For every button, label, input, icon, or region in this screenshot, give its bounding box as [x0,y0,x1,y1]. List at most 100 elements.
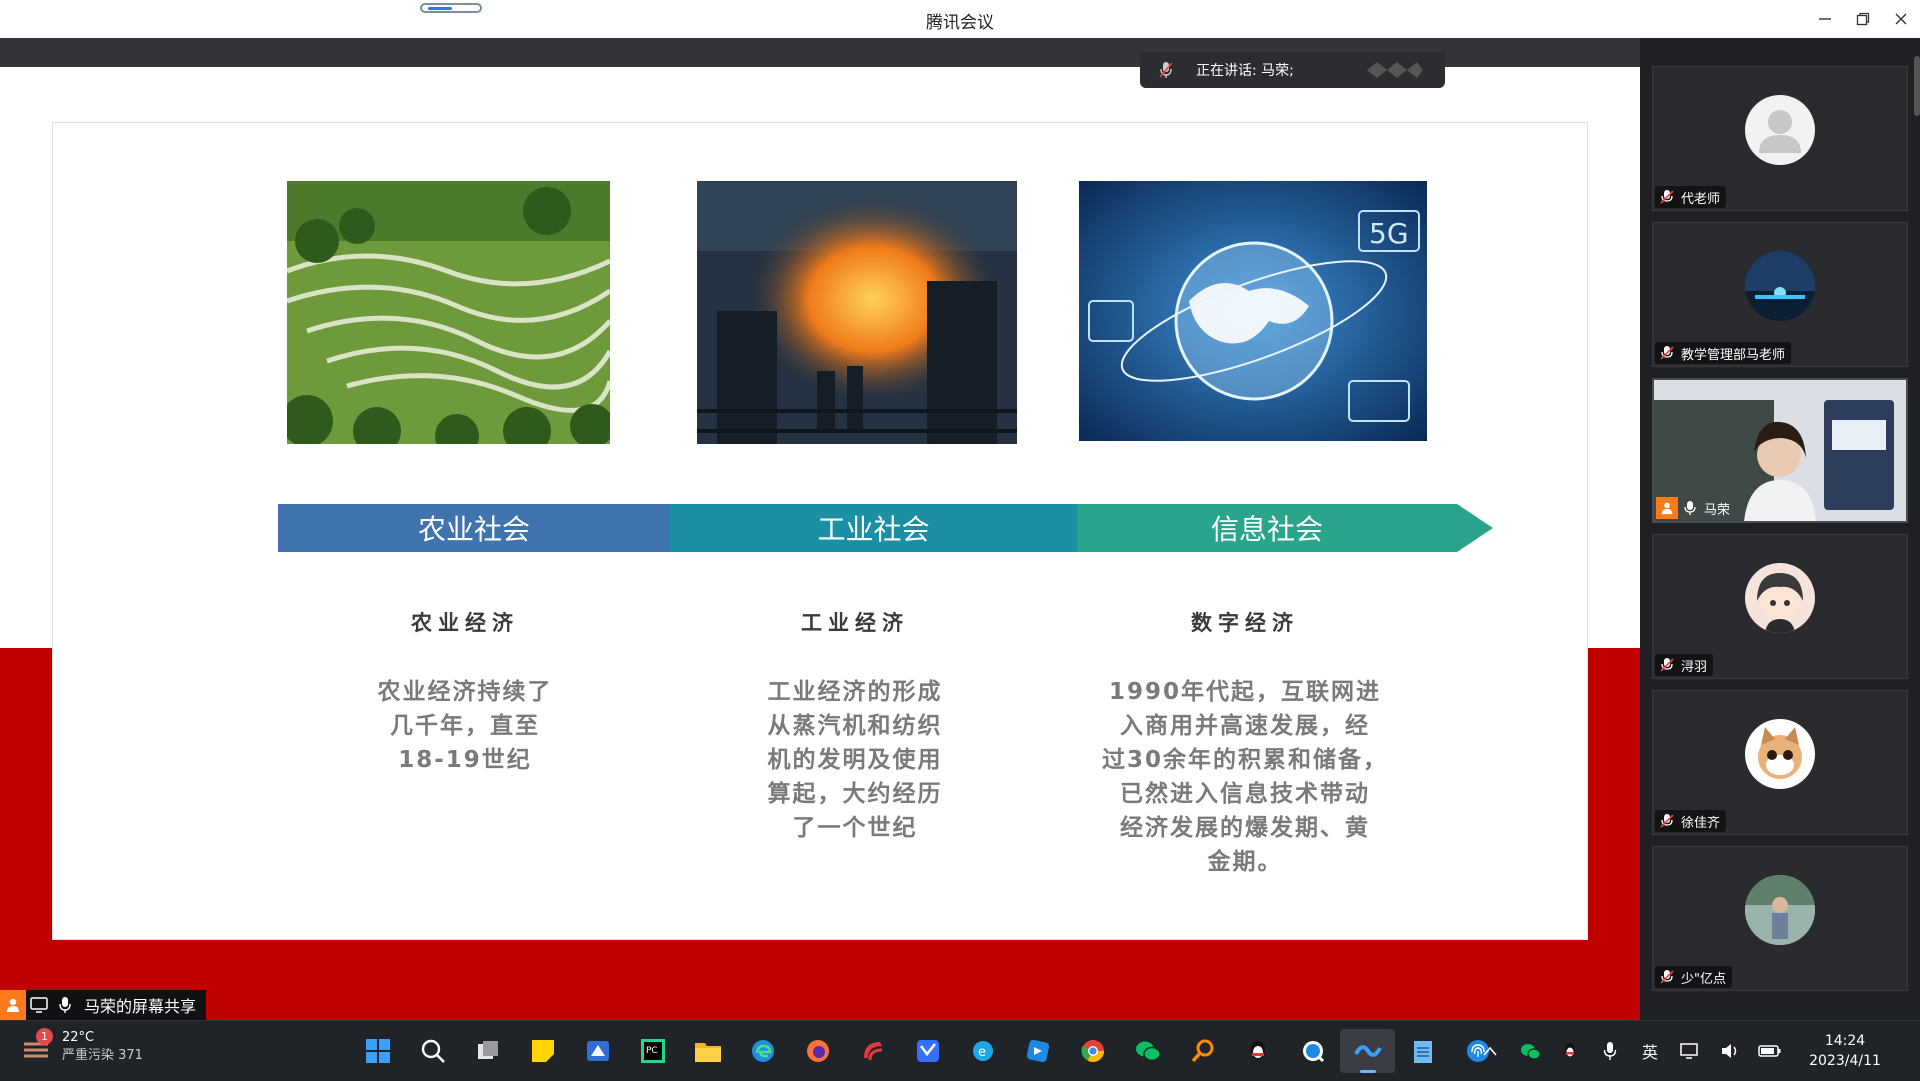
wps-icon[interactable] [845,1029,900,1073]
start-icon[interactable] [350,1029,405,1073]
edge-icon[interactable] [735,1029,790,1073]
body-line: 机的发明及使用 [767,747,943,773]
lark-icon[interactable] [1010,1029,1065,1073]
svg-text:e: e [978,1045,986,1060]
participant-name-bar: 浔羽 [1655,654,1714,676]
body-line: 农业经济持续了 [377,679,553,705]
body-line: 1990年代起，互联网进 [1108,679,1381,705]
weather-widget[interactable]: 1 22°C 严重污染 371 [20,1028,143,1065]
body-line: 几千年，直至 [390,713,540,739]
restore-icon[interactable] [1844,0,1882,38]
muted-mic-icon [1660,658,1674,672]
clock-date: 2023/4/11 [1809,1053,1881,1069]
body-line: 从蒸汽机和纺织 [767,713,943,739]
ime-indicator[interactable]: 英 [1630,1039,1670,1063]
screen-share-bar: 马荣的屏幕共享 [0,990,207,1020]
qq-tray-icon[interactable] [1550,1041,1590,1061]
column-title-agricultural: 农业经济 [411,611,519,635]
body-line: 已然进入信息技术带动 [1120,781,1370,807]
mic-icon [52,990,78,1020]
column-body-digital: 1990年代起，互联网进 入商用并高速发展，经 过30余年的积累和储备， 已然进… [1065,675,1425,879]
tencent-meeting-icon[interactable] [1340,1029,1395,1073]
volume-icon[interactable] [1710,1042,1750,1060]
participant-tile[interactable]: 浔羽 [1652,534,1908,679]
muted-mic-icon [1660,970,1674,984]
chrome-icon[interactable] [1065,1029,1120,1073]
participant-name: 少"亿点 [1681,971,1726,987]
default-avatar-icon [1745,95,1815,165]
body-line: 算起，大约经历 [767,781,943,807]
ie-icon[interactable]: e [955,1029,1010,1073]
feishu-icon[interactable] [900,1029,955,1073]
body-line: 金期。 [1207,849,1283,875]
body-line: 18-19世纪 [398,747,532,773]
wechat-tray-icon[interactable] [1510,1042,1550,1060]
participant-tile[interactable]: 少"亿点 [1652,846,1908,991]
clock-time: 14:24 [1824,1033,1866,1049]
participant-tile[interactable]: 徐佳齐 [1652,690,1908,835]
sticky-notes-icon[interactable] [515,1029,570,1073]
body-line: 经济发展的爆发期、黄 [1120,815,1370,841]
cartoon-avatar [1745,563,1815,633]
body-line: 过30余年的积累和储备， [1101,747,1388,773]
participant-name: 代老师 [1681,191,1721,207]
task-view-icon[interactable] [460,1029,515,1073]
body-line: 入商用并高速发展，经 [1120,713,1370,739]
body-line: 工业经济的形成 [767,679,943,705]
band-agricultural-society: 农业社会 [278,504,670,552]
body-line: 了一个世纪 [792,815,918,841]
participant-name-bar: 代老师 [1655,186,1727,208]
muted-mic-icon [1660,190,1674,204]
host-icon [1656,497,1678,519]
microphone-tray-icon[interactable] [1590,1041,1630,1061]
participant-name-bar: 马荣 [1656,497,1736,519]
column-body-agricultural: 农业经济持续了 几千年，直至 18-19世纪 [315,675,615,777]
taskbar-apps: PC e [350,1029,1505,1073]
minimize-icon[interactable] [1806,0,1844,38]
weather-icon: 1 [20,1028,54,1064]
photo-avatar [1745,251,1815,321]
taskbar: 1 22°C 严重污染 371 PC e 英 14:24 2023/4/11 [0,1020,1920,1080]
cat-avatar [1745,719,1815,789]
close-icon[interactable] [1882,0,1920,38]
terrace-fields-image [287,181,610,444]
participant-tile[interactable]: 教学管理部马老师 [1652,222,1908,367]
search-icon[interactable] [405,1029,460,1073]
window-controls [1806,0,1920,38]
host-icon [0,990,26,1020]
globe-5g-image: 5G [1079,181,1427,441]
steel-mill-image [697,181,1017,444]
chevron-up-icon[interactable] [1470,1046,1510,1056]
wechat-icon[interactable] [1120,1029,1175,1073]
muted-mic-icon [1152,60,1180,80]
participant-name: 马荣 [1704,502,1731,518]
screen-share-icon [26,990,52,1020]
network-icon[interactable] [1670,1042,1710,1060]
firefox-icon[interactable] [790,1029,845,1073]
system-tray: 英 14:24 2023/4/11 [1470,1021,1920,1081]
battery-icon[interactable] [1750,1043,1790,1059]
photo-avatar [1745,875,1815,945]
file-explorer-icon[interactable] [680,1029,735,1073]
quicklook-icon[interactable] [1285,1029,1340,1073]
notepad-icon[interactable] [1395,1029,1450,1073]
tencent-meeting-alt-icon[interactable] [570,1029,625,1073]
participant-tile[interactable]: 代老师 [1652,66,1908,211]
pycharm-icon[interactable]: PC [625,1029,680,1073]
svg-text:5G: 5G [1369,217,1409,250]
participant-name-bar: 教学管理部马老师 [1655,342,1792,364]
participant-name-bar: 徐佳齐 [1655,810,1727,832]
speaking-indicator: 正在讲话: 马荣; [1140,52,1445,88]
participant-name: 浔羽 [1681,659,1708,675]
clock[interactable]: 14:24 2023/4/11 [1790,1031,1900,1071]
participant-video-tile[interactable]: 马荣 [1652,378,1908,523]
band-information-society: 信息社会 [1077,504,1457,552]
participant-name-bar: 少"亿点 [1655,966,1732,988]
panel-scrollbar[interactable] [1914,56,1920,116]
qq-icon[interactable] [1230,1029,1285,1073]
weather-badge: 1 [36,1028,53,1045]
mic-icon [1684,501,1696,515]
search-tool-icon[interactable] [1175,1029,1230,1073]
signal-icon [1367,62,1423,78]
share-bar-label: 马荣的屏幕共享 [84,997,197,1016]
